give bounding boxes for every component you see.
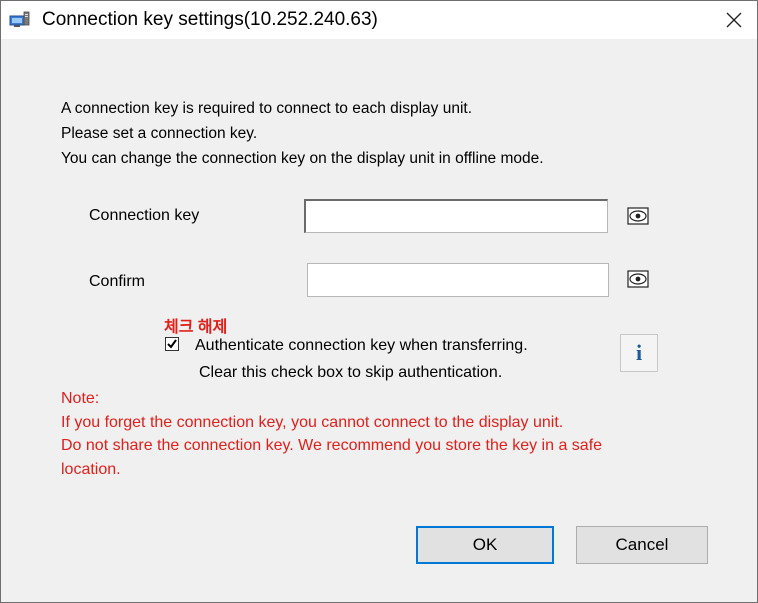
close-button[interactable] [711,1,757,39]
window-title: Connection key settings(10.252.240.63) [42,9,378,30]
note-heading: Note: [61,390,100,407]
confirm-label: Confirm [89,273,146,290]
note-line-1: If you forget the connection key, you ca… [61,413,564,431]
checkmark-icon [167,339,177,349]
connection-key-input[interactable] [304,199,608,233]
note-text: Note: If you forget the connection key, … [61,387,602,481]
authenticate-label[interactable]: Authenticate connection key when transfe… [195,337,528,355]
title-bar: Connection key settings(10.252.240.63) [1,1,757,39]
connection-key-dialog: Connection key settings(10.252.240.63) A… [0,0,758,603]
connection-key-label: Connection key [89,207,200,224]
close-icon [726,12,742,28]
authenticate-sublabel: Clear this check box to skip authenticat… [199,364,503,381]
confirm-input[interactable] [307,263,609,297]
show-password-icon[interactable] [627,207,649,225]
intro-message: A connection key is required to connect … [61,96,544,171]
note-line-3: location. [61,460,121,478]
intro-line-2: Please set a connection key. [61,125,258,142]
network-app-icon [9,11,30,27]
info-icon: i [635,340,643,365]
uncheck-annotation: 체크 해제 [164,319,228,336]
note-line-2: Do not share the connection key. We reco… [61,437,603,454]
ok-button[interactable]: OK [416,526,554,564]
intro-line-3: You can change the connection key on the… [61,150,544,167]
authenticate-checkbox[interactable] [165,337,179,351]
show-confirm-icon[interactable] [627,270,649,288]
intro-line-1: A connection key is required to connect … [61,100,472,117]
cancel-button[interactable]: Cancel [576,526,708,564]
info-button[interactable]: i [620,334,658,372]
